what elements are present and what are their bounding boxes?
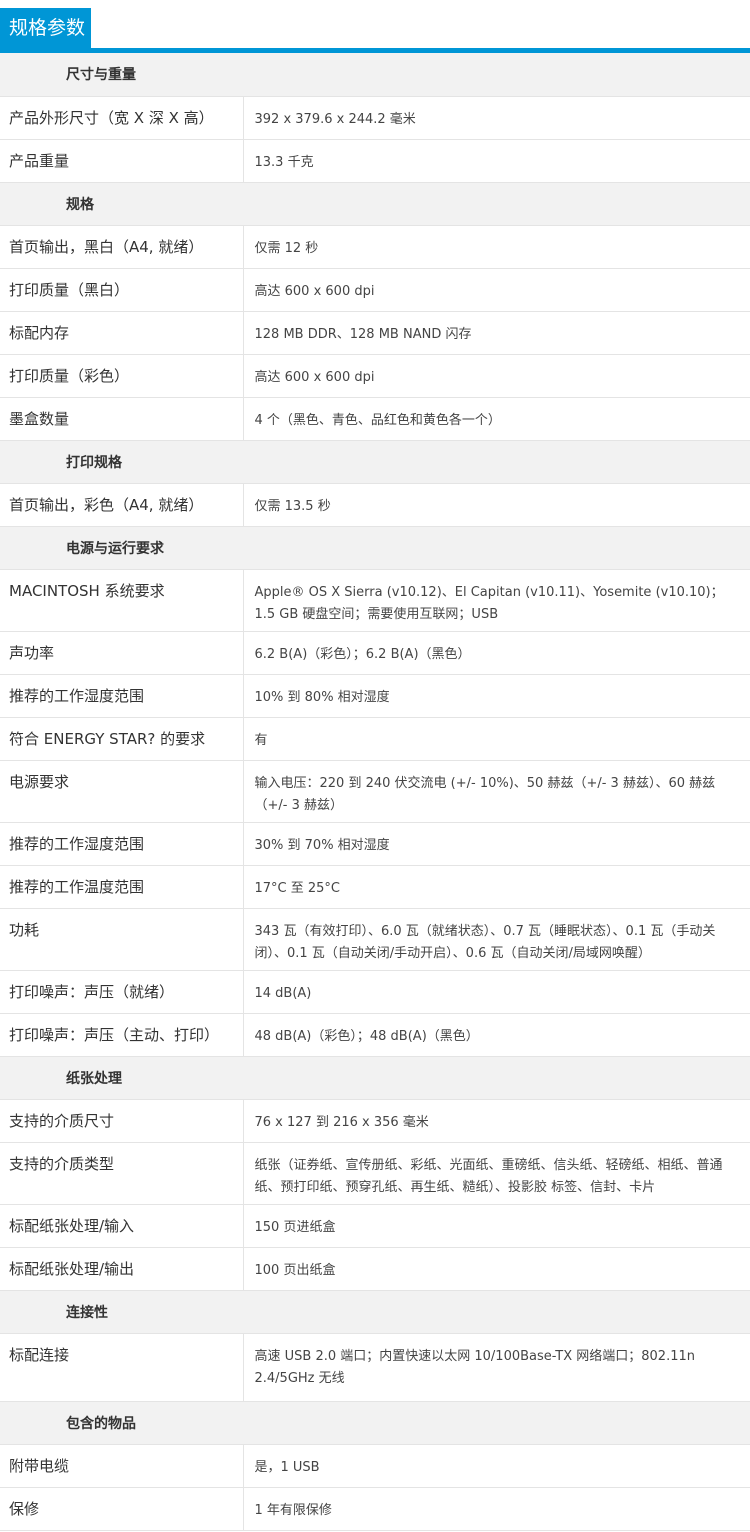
section-title: 尺寸与重量 <box>0 53 750 97</box>
section-header: 尺寸与重量 <box>0 53 750 97</box>
spec-label: 产品外形尺寸（宽 X 深 X 高） <box>0 96 244 140</box>
section-title: 规格 <box>0 182 750 226</box>
spec-row: 推荐的工作湿度范围 10% 到 80% 相对湿度 <box>0 674 750 718</box>
section-title: 纸张处理 <box>0 1056 750 1100</box>
spec-value: 76 x 127 到 216 x 356 毫米 <box>243 1099 750 1143</box>
section-header: 包含的物品 <box>0 1401 750 1445</box>
spec-row: 首页输出，彩色（A4, 就绪） 仅需 13.5 秒 <box>0 483 750 527</box>
spec-row: 支持的介质尺寸 76 x 127 到 216 x 356 毫米 <box>0 1099 750 1143</box>
spec-label: 打印噪声：声压（就绪） <box>0 970 244 1014</box>
spec-row: 标配内存 128 MB DDR、128 MB NAND 闪存 <box>0 311 750 355</box>
spec-label: MACINTOSH 系统要求 <box>0 569 244 632</box>
spec-value: 392 x 379.6 x 244.2 毫米 <box>243 96 750 140</box>
spec-value: 仅需 12 秒 <box>243 225 750 269</box>
spec-label: 首页输出，黑白（A4, 就绪） <box>0 225 244 269</box>
section-title: 包含的物品 <box>0 1401 750 1445</box>
spec-value: 343 瓦（有效打印）、6.0 瓦（就绪状态）、0.7 瓦（睡眠状态）、0.1 … <box>243 908 750 971</box>
spec-row: 标配连接 高速 USB 2.0 端口；内置快速以太网 10/100Base-TX … <box>0 1333 750 1402</box>
spec-title-tab: 规格参数 <box>0 8 91 48</box>
spec-value: 有 <box>243 717 750 761</box>
spec-row: 电源要求 输入电压：220 到 240 伏交流电 (+/- 10%)、50 赫兹（… <box>0 760 750 823</box>
header-accent-line <box>0 48 750 53</box>
spec-row: 标配纸张处理/输出 100 页出纸盒 <box>0 1247 750 1291</box>
spec-label: 电源要求 <box>0 760 244 823</box>
section-header: 电源与运行要求 <box>0 526 750 570</box>
spec-label: 支持的介质尺寸 <box>0 1099 244 1143</box>
spec-value: 4 个（黑色、青色、品红色和黄色各一个） <box>243 397 750 441</box>
spec-page: { "header": { "title": "规格参数" }, "colors… <box>0 0 750 1532</box>
spec-row: 打印质量（黑白） 高达 600 x 600 dpi <box>0 268 750 312</box>
spec-row: 打印噪声：声压（就绪） 14 dB(A) <box>0 970 750 1014</box>
spec-value: 13.3 千克 <box>243 139 750 183</box>
spec-label: 标配内存 <box>0 311 244 355</box>
spec-row: 保修 1 年有限保修 <box>0 1487 750 1531</box>
section-header: 纸张处理 <box>0 1056 750 1100</box>
spec-value: 14 dB(A) <box>243 970 750 1014</box>
spec-label: 保修 <box>0 1487 244 1531</box>
spec-value: 纸张（证券纸、宣传册纸、彩纸、光面纸、重磅纸、信头纸、轻磅纸、相纸、普通纸、预打… <box>243 1142 750 1205</box>
section-title: 电源与运行要求 <box>0 526 750 570</box>
spec-row: 标配纸张处理/输入 150 页进纸盒 <box>0 1204 750 1248</box>
spec-value: 128 MB DDR、128 MB NAND 闪存 <box>243 311 750 355</box>
spec-row: 产品外形尺寸（宽 X 深 X 高） 392 x 379.6 x 244.2 毫米 <box>0 96 750 140</box>
spec-row: 功耗 343 瓦（有效打印）、6.0 瓦（就绪状态）、0.7 瓦（睡眠状态）、0.… <box>0 908 750 971</box>
spec-row: 推荐的工作温度范围 17°C 至 25°C <box>0 865 750 909</box>
spec-value: 高达 600 x 600 dpi <box>243 354 750 398</box>
spec-value: 6.2 B(A)（彩色）；6.2 B(A)（黑色） <box>243 631 750 675</box>
spec-label: 墨盒数量 <box>0 397 244 441</box>
spec-row: 产品重量 13.3 千克 <box>0 139 750 183</box>
spec-value: 仅需 13.5 秒 <box>243 483 750 527</box>
spec-row: MACINTOSH 系统要求 Apple® OS X Sierra (v10.12… <box>0 569 750 632</box>
section-title: 连接性 <box>0 1290 750 1334</box>
section-header: 连接性 <box>0 1290 750 1334</box>
spec-value: 1 年有限保修 <box>243 1487 750 1531</box>
spec-label: 标配纸张处理/输入 <box>0 1204 244 1248</box>
spec-value: 10% 到 80% 相对湿度 <box>243 674 750 718</box>
spec-value: 150 页进纸盒 <box>243 1204 750 1248</box>
spec-value: 100 页出纸盒 <box>243 1247 750 1291</box>
spec-label: 打印质量（彩色） <box>0 354 244 398</box>
spec-label: 首页输出，彩色（A4, 就绪） <box>0 483 244 527</box>
spec-row: 声功率 6.2 B(A)（彩色）；6.2 B(A)（黑色） <box>0 631 750 675</box>
spec-label: 推荐的工作湿度范围 <box>0 822 244 866</box>
spec-row: 首页输出，黑白（A4, 就绪） 仅需 12 秒 <box>0 225 750 269</box>
spec-value: 高达 600 x 600 dpi <box>243 268 750 312</box>
spec-row: 墨盒数量 4 个（黑色、青色、品红色和黄色各一个） <box>0 397 750 441</box>
spec-label: 符合 ENERGY STAR? 的要求 <box>0 717 244 761</box>
spec-row: 附带电缆 是，1 USB <box>0 1444 750 1488</box>
spec-label: 声功率 <box>0 631 244 675</box>
spec-value: 30% 到 70% 相对湿度 <box>243 822 750 866</box>
spec-row: 支持的介质类型 纸张（证券纸、宣传册纸、彩纸、光面纸、重磅纸、信头纸、轻磅纸、相纸… <box>0 1142 750 1205</box>
spec-value: 高速 USB 2.0 端口；内置快速以太网 10/100Base-TX 网络端口… <box>243 1333 750 1402</box>
spec-label: 打印噪声：声压（主动、打印） <box>0 1013 244 1057</box>
spec-value: Apple® OS X Sierra (v10.12)、El Capitan (… <box>243 569 750 632</box>
spec-table: 尺寸与重量 产品外形尺寸（宽 X 深 X 高） 392 x 379.6 x 244… <box>0 53 750 1531</box>
spec-value: 17°C 至 25°C <box>243 865 750 909</box>
spec-row: 推荐的工作湿度范围 30% 到 70% 相对湿度 <box>0 822 750 866</box>
spec-label: 打印质量（黑白） <box>0 268 244 312</box>
section-header: 打印规格 <box>0 440 750 484</box>
spec-label: 标配纸张处理/输出 <box>0 1247 244 1291</box>
spec-value: 是，1 USB <box>243 1444 750 1488</box>
section-title: 打印规格 <box>0 440 750 484</box>
spec-label: 支持的介质类型 <box>0 1142 244 1205</box>
spec-label: 产品重量 <box>0 139 244 183</box>
spec-value: 48 dB(A)（彩色）；48 dB(A)（黑色） <box>243 1013 750 1057</box>
spec-label: 附带电缆 <box>0 1444 244 1488</box>
section-header: 规格 <box>0 182 750 226</box>
spec-label: 标配连接 <box>0 1333 244 1402</box>
spec-row: 打印噪声：声压（主动、打印） 48 dB(A)（彩色）；48 dB(A)（黑色） <box>0 1013 750 1057</box>
spec-label: 推荐的工作温度范围 <box>0 865 244 909</box>
spec-row: 打印质量（彩色） 高达 600 x 600 dpi <box>0 354 750 398</box>
spec-value: 输入电压：220 到 240 伏交流电 (+/- 10%)、50 赫兹（+/- … <box>243 760 750 823</box>
spec-header: 规格参数 <box>0 0 750 53</box>
spec-row: 符合 ENERGY STAR? 的要求有 <box>0 717 750 761</box>
spec-label: 推荐的工作湿度范围 <box>0 674 244 718</box>
spec-label: 功耗 <box>0 908 244 971</box>
